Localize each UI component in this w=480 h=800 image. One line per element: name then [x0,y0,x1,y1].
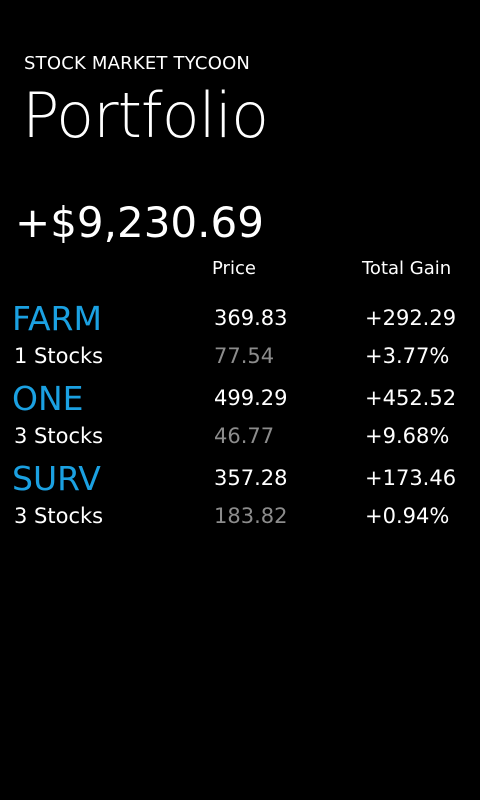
portfolio-total-gain: +$9,230.69 [15,198,264,247]
stock-shares: 1 Stocks [14,344,104,368]
stock-cost-basis: 183.82 [214,504,288,528]
stock-price: 369.83 [214,306,288,330]
stock-gain-percent: +9.68% [365,424,450,448]
column-header-total-gain: Total Gain [362,258,452,279]
stock-gain-percent: +0.94% [365,504,450,528]
stock-cost-basis: 46.77 [214,424,275,448]
stock-row-farm[interactable]: FARM 1 Stocks 369.83 77.54 +292.29 +3.77… [0,300,480,380]
stock-row-one[interactable]: ONE 3 Stocks 499.29 46.77 +452.52 +9.68% [0,380,480,460]
stock-symbol: ONE [12,379,84,418]
column-header-price: Price [212,258,256,279]
stock-cost-basis: 77.54 [214,344,275,368]
stock-shares: 3 Stocks [14,424,104,448]
stock-total-gain: +292.29 [365,306,457,330]
stock-total-gain: +173.46 [365,466,457,490]
stock-row-surv[interactable]: SURV 3 Stocks 357.28 183.82 +173.46 +0.9… [0,460,480,540]
app-title: STOCK MARKET TYCOON [24,53,251,74]
stock-gain-percent: +3.77% [365,344,450,368]
stock-symbol: SURV [12,459,101,498]
stock-price: 499.29 [214,386,288,410]
stock-shares: 3 Stocks [14,504,104,528]
stock-total-gain: +452.52 [365,386,457,410]
stock-symbol: FARM [12,299,102,338]
stock-price: 357.28 [214,466,288,490]
page-title: Portfolio [22,79,269,152]
